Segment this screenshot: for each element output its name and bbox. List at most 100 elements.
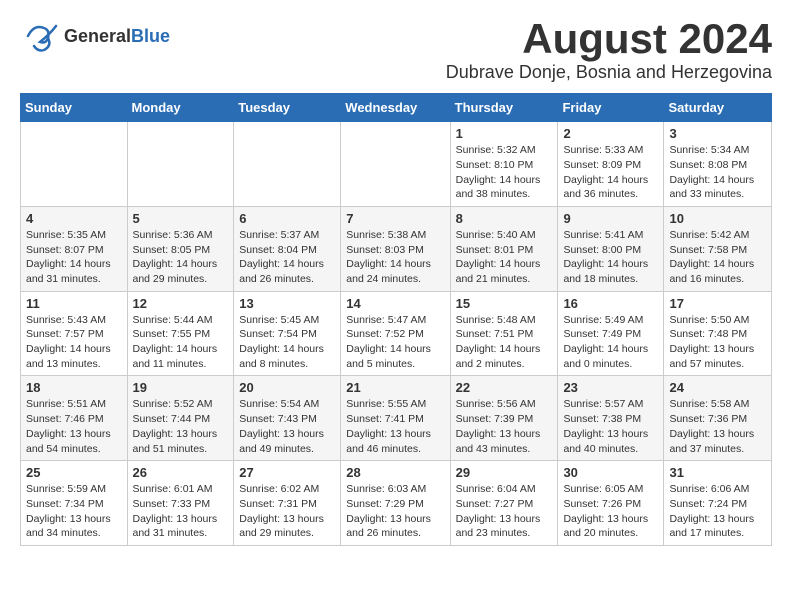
calendar-day-header: Monday bbox=[127, 94, 234, 122]
calendar-cell: 18Sunrise: 5:51 AM Sunset: 7:46 PM Dayli… bbox=[21, 376, 128, 461]
day-info: Sunrise: 5:32 AM Sunset: 8:10 PM Dayligh… bbox=[456, 143, 553, 202]
day-number: 15 bbox=[456, 296, 553, 311]
day-number: 30 bbox=[563, 465, 658, 480]
calendar-day-header: Tuesday bbox=[234, 94, 341, 122]
calendar-cell: 7 Sunrise: 5:38 AM Sunset: 8:03 PM Daylig… bbox=[341, 206, 450, 291]
day-info: Sunrise: 5:59 AM Sunset: 7:34 PM Dayligh… bbox=[26, 482, 122, 541]
day-number: 29 bbox=[456, 465, 553, 480]
calendar-week-row: 25 Sunrise: 5:59 AM Sunset: 7:34 PM Dayli… bbox=[21, 461, 772, 546]
day-number: 4 bbox=[26, 211, 122, 226]
calendar-cell: 28Sunrise: 6:03 AM Sunset: 7:29 PM Dayli… bbox=[341, 461, 450, 546]
day-info: Sunrise: 5:47 AM Sunset: 7:52 PM Dayligh… bbox=[346, 313, 444, 372]
day-info: Sunrise: 5:56 AM Sunset: 7:39 PM Dayligh… bbox=[456, 397, 553, 456]
calendar-cell: 27 Sunrise: 6:02 AM Sunset: 7:31 PM Dayli… bbox=[234, 461, 341, 546]
calendar-week-row: 18Sunrise: 5:51 AM Sunset: 7:46 PM Dayli… bbox=[21, 376, 772, 461]
day-info: Sunrise: 6:02 AM Sunset: 7:31 PM Dayligh… bbox=[239, 482, 335, 541]
day-number: 14 bbox=[346, 296, 444, 311]
day-number: 7 bbox=[346, 211, 444, 226]
logo-blue: Blue bbox=[131, 26, 170, 46]
day-info: Sunrise: 6:05 AM Sunset: 7:26 PM Dayligh… bbox=[563, 482, 658, 541]
calendar-week-row: 11 Sunrise: 5:43 AM Sunset: 7:57 PM Dayli… bbox=[21, 291, 772, 376]
day-number: 9 bbox=[563, 211, 658, 226]
calendar-cell: 2Sunrise: 5:33 AM Sunset: 8:09 PM Daylig… bbox=[558, 122, 664, 207]
calendar-cell: 9 Sunrise: 5:41 AM Sunset: 8:00 PM Daylig… bbox=[558, 206, 664, 291]
day-number: 25 bbox=[26, 465, 122, 480]
calendar-cell: 13 Sunrise: 5:45 AM Sunset: 7:54 PM Dayli… bbox=[234, 291, 341, 376]
day-number: 3 bbox=[669, 126, 766, 141]
day-info: Sunrise: 6:01 AM Sunset: 7:33 PM Dayligh… bbox=[133, 482, 229, 541]
month-title: August 2024 bbox=[446, 16, 772, 62]
calendar-day-header: Wednesday bbox=[341, 94, 450, 122]
calendar-cell: 20 Sunrise: 5:54 AM Sunset: 7:43 PM Dayli… bbox=[234, 376, 341, 461]
calendar-table: SundayMondayTuesdayWednesdayThursdayFrid… bbox=[20, 93, 772, 546]
calendar-cell: 19Sunrise: 5:52 AM Sunset: 7:44 PM Dayli… bbox=[127, 376, 234, 461]
day-number: 20 bbox=[239, 380, 335, 395]
title-area: August 2024 Dubrave Donje, Bosnia and He… bbox=[446, 16, 772, 83]
day-number: 5 bbox=[133, 211, 229, 226]
day-info: Sunrise: 5:50 AM Sunset: 7:48 PM Dayligh… bbox=[669, 313, 766, 372]
calendar-cell: 17 Sunrise: 5:50 AM Sunset: 7:48 PM Dayli… bbox=[664, 291, 772, 376]
calendar-cell bbox=[341, 122, 450, 207]
calendar-cell: 11 Sunrise: 5:43 AM Sunset: 7:57 PM Dayli… bbox=[21, 291, 128, 376]
day-info: Sunrise: 5:58 AM Sunset: 7:36 PM Dayligh… bbox=[669, 397, 766, 456]
day-number: 23 bbox=[563, 380, 658, 395]
day-info: Sunrise: 5:45 AM Sunset: 7:54 PM Dayligh… bbox=[239, 313, 335, 372]
day-number: 27 bbox=[239, 465, 335, 480]
calendar-cell bbox=[234, 122, 341, 207]
day-info: Sunrise: 5:35 AM Sunset: 8:07 PM Dayligh… bbox=[26, 228, 122, 287]
logo-general: General bbox=[64, 26, 131, 46]
day-number: 1 bbox=[456, 126, 553, 141]
calendar-cell bbox=[21, 122, 128, 207]
calendar-cell: 30 Sunrise: 6:05 AM Sunset: 7:26 PM Dayli… bbox=[558, 461, 664, 546]
day-info: Sunrise: 6:06 AM Sunset: 7:24 PM Dayligh… bbox=[669, 482, 766, 541]
day-number: 31 bbox=[669, 465, 766, 480]
day-number: 12 bbox=[133, 296, 229, 311]
day-info: Sunrise: 5:54 AM Sunset: 7:43 PM Dayligh… bbox=[239, 397, 335, 456]
day-number: 22 bbox=[456, 380, 553, 395]
day-number: 2 bbox=[563, 126, 658, 141]
day-number: 18 bbox=[26, 380, 122, 395]
calendar-cell: 5 Sunrise: 5:36 AM Sunset: 8:05 PM Daylig… bbox=[127, 206, 234, 291]
day-number: 8 bbox=[456, 211, 553, 226]
day-info: Sunrise: 5:44 AM Sunset: 7:55 PM Dayligh… bbox=[133, 313, 229, 372]
calendar-cell: 31 Sunrise: 6:06 AM Sunset: 7:24 PM Dayli… bbox=[664, 461, 772, 546]
logo: GeneralBlue bbox=[20, 16, 170, 56]
calendar-header-row: SundayMondayTuesdayWednesdayThursdayFrid… bbox=[21, 94, 772, 122]
day-info: Sunrise: 5:52 AM Sunset: 7:44 PM Dayligh… bbox=[133, 397, 229, 456]
calendar-cell: 21 Sunrise: 5:55 AM Sunset: 7:41 PM Dayli… bbox=[341, 376, 450, 461]
day-number: 10 bbox=[669, 211, 766, 226]
day-number: 16 bbox=[563, 296, 658, 311]
day-info: Sunrise: 5:43 AM Sunset: 7:57 PM Dayligh… bbox=[26, 313, 122, 372]
calendar-cell bbox=[127, 122, 234, 207]
calendar-day-header: Thursday bbox=[450, 94, 558, 122]
day-info: Sunrise: 6:03 AM Sunset: 7:29 PM Dayligh… bbox=[346, 482, 444, 541]
calendar-cell: 6Sunrise: 5:37 AM Sunset: 8:04 PM Daylig… bbox=[234, 206, 341, 291]
logo-text: GeneralBlue bbox=[64, 27, 170, 45]
day-info: Sunrise: 5:36 AM Sunset: 8:05 PM Dayligh… bbox=[133, 228, 229, 287]
day-info: Sunrise: 5:57 AM Sunset: 7:38 PM Dayligh… bbox=[563, 397, 658, 456]
calendar-day-header: Sunday bbox=[21, 94, 128, 122]
day-number: 26 bbox=[133, 465, 229, 480]
day-number: 21 bbox=[346, 380, 444, 395]
calendar-cell: 1 Sunrise: 5:32 AM Sunset: 8:10 PM Daylig… bbox=[450, 122, 558, 207]
calendar-cell: 22 Sunrise: 5:56 AM Sunset: 7:39 PM Dayli… bbox=[450, 376, 558, 461]
location-title: Dubrave Donje, Bosnia and Herzegovina bbox=[446, 62, 772, 83]
day-info: Sunrise: 5:49 AM Sunset: 7:49 PM Dayligh… bbox=[563, 313, 658, 372]
day-info: Sunrise: 5:34 AM Sunset: 8:08 PM Dayligh… bbox=[669, 143, 766, 202]
calendar-cell: 4 Sunrise: 5:35 AM Sunset: 8:07 PM Daylig… bbox=[21, 206, 128, 291]
calendar-cell: 29Sunrise: 6:04 AM Sunset: 7:27 PM Dayli… bbox=[450, 461, 558, 546]
calendar-cell: 24Sunrise: 5:58 AM Sunset: 7:36 PM Dayli… bbox=[664, 376, 772, 461]
calendar-cell: 25 Sunrise: 5:59 AM Sunset: 7:34 PM Dayli… bbox=[21, 461, 128, 546]
day-info: Sunrise: 5:55 AM Sunset: 7:41 PM Dayligh… bbox=[346, 397, 444, 456]
calendar-cell: 15Sunrise: 5:48 AM Sunset: 7:51 PM Dayli… bbox=[450, 291, 558, 376]
day-number: 17 bbox=[669, 296, 766, 311]
day-info: Sunrise: 5:38 AM Sunset: 8:03 PM Dayligh… bbox=[346, 228, 444, 287]
logo-icon bbox=[20, 16, 60, 56]
day-number: 13 bbox=[239, 296, 335, 311]
day-info: Sunrise: 5:40 AM Sunset: 8:01 PM Dayligh… bbox=[456, 228, 553, 287]
calendar-cell: 26 Sunrise: 6:01 AM Sunset: 7:33 PM Dayli… bbox=[127, 461, 234, 546]
day-info: Sunrise: 5:41 AM Sunset: 8:00 PM Dayligh… bbox=[563, 228, 658, 287]
calendar-cell: 23 Sunrise: 5:57 AM Sunset: 7:38 PM Dayli… bbox=[558, 376, 664, 461]
calendar-cell: 16 Sunrise: 5:49 AM Sunset: 7:49 PM Dayli… bbox=[558, 291, 664, 376]
day-number: 11 bbox=[26, 296, 122, 311]
